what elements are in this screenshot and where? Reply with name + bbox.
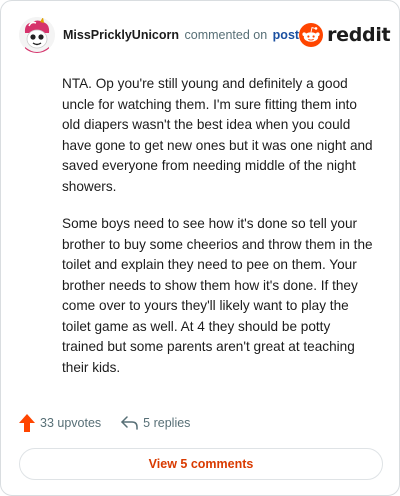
reddit-logo[interactable]: reddit [299,23,391,47]
replies-count: 5 replies [143,416,191,430]
commented-on-text: commented on [184,28,268,42]
comment-body: NTA. Op you're still young and definitel… [62,74,374,395]
replies-button[interactable]: 5 replies [121,416,190,430]
reddit-snoo-icon [299,23,324,47]
comment-meta: MissPricklyUnicorn commented on post [63,28,299,42]
reply-arrow-icon [121,416,138,430]
upvote-button[interactable]: 33 upvotes [19,414,101,432]
upvote-count: 33 upvotes [40,416,102,430]
upvote-arrow-icon [19,414,35,432]
username-link[interactable]: MissPricklyUnicorn [63,28,179,42]
reddit-wordmark: reddit [327,24,391,46]
comment-header: MissPricklyUnicorn commented on post red… [19,15,391,55]
comment-paragraph-2: Some boys need to see how it's done so t… [62,216,373,375]
comment-paragraph-1: NTA. Op you're still young and definitel… [62,76,373,194]
view-comments-button[interactable]: View 5 comments [19,448,383,480]
unicorn-avatar-icon[interactable] [19,17,55,53]
embedded-comment-card: MissPricklyUnicorn commented on post red… [0,0,400,496]
post-link[interactable]: post [273,28,299,42]
comment-actions: 33 upvotes 5 replies [19,414,190,432]
